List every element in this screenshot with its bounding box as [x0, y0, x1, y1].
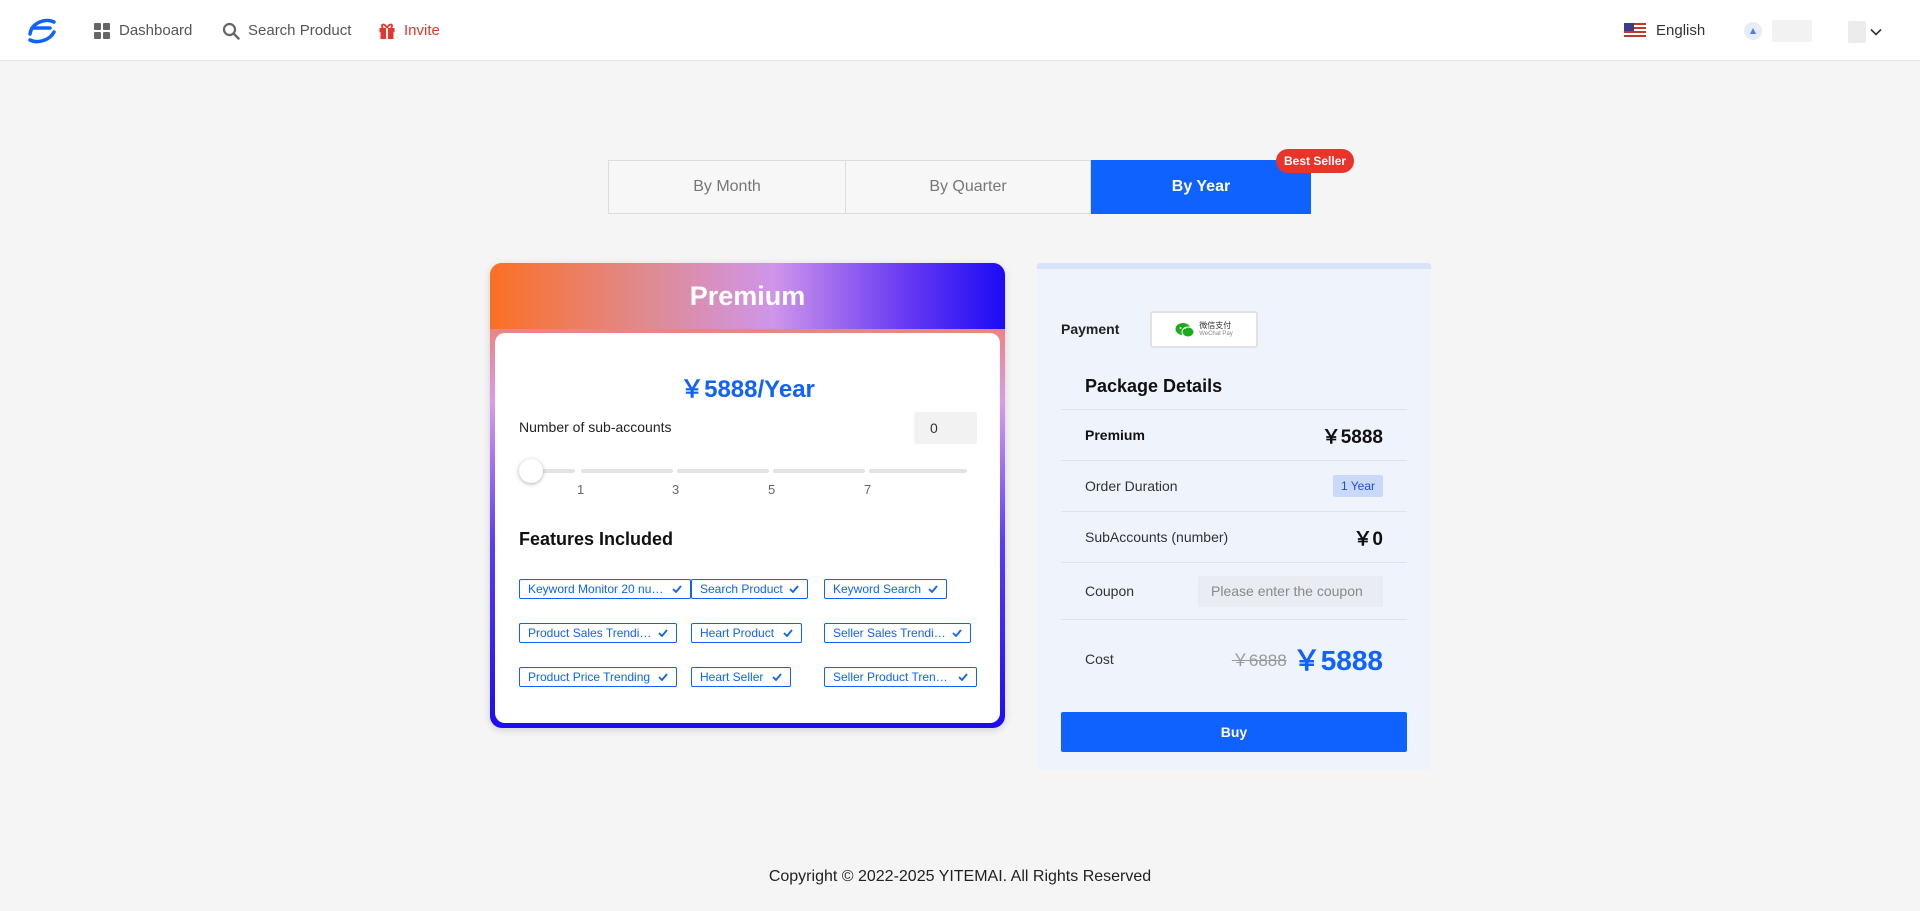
user-menu[interactable] [1744, 19, 1812, 43]
check-icon [958, 673, 968, 681]
search-icon [222, 22, 240, 40]
feature-label: Product Price Trending [528, 670, 651, 684]
feature-tag: Heart Seller [691, 667, 791, 687]
wechat-icon [1175, 322, 1195, 337]
cost-final: ￥5888 [1292, 644, 1383, 676]
sub-accounts-label: Number of sub-accounts [519, 419, 672, 435]
top-header: Dashboard Search Product Invite English [0, 0, 1920, 61]
billing-period-tabs: By Month By Quarter By Year [608, 160, 1311, 214]
plan-body: ￥5888/Year Number of sub-accounts 1 3 5 … [495, 333, 1000, 723]
gift-icon [379, 23, 395, 39]
wechat-pay-button[interactable]: 微信支付 WeChat Pay [1150, 311, 1258, 348]
feature-label: Product Sales Trending [528, 626, 652, 640]
slider-segment [581, 469, 673, 473]
account-redacted [1848, 21, 1866, 43]
feature-tag: Keyword Monitor 20 numbers [519, 579, 691, 599]
duration-badge: 1 Year [1332, 475, 1383, 497]
subaccounts-value: ￥0 [1353, 528, 1383, 550]
chevron-down-icon [1870, 28, 1882, 36]
check-icon [658, 673, 668, 681]
feature-label: Search Product [700, 582, 783, 596]
nav-invite[interactable]: Invite [378, 0, 440, 61]
feature-label: Keyword Monitor 20 numbers [528, 582, 666, 596]
footer-copyright: Copyright © 2022-2025 YITEMAI. All Right… [768, 868, 1152, 885]
language-selector[interactable]: English [1624, 0, 1705, 61]
sub-accounts-slider[interactable] [519, 459, 967, 483]
feature-tag: Keyword Search [824, 579, 947, 599]
nav-dashboard-label: Dashboard [119, 22, 193, 39]
feature-tag: Product Sales Trending [519, 623, 677, 643]
package-row-cost: Cost ￥6888 ￥5888 [1061, 620, 1407, 697]
package-row-coupon: Coupon [1061, 563, 1407, 620]
coupon-input[interactable] [1198, 575, 1383, 607]
cost-original: ￥6888 [1231, 651, 1287, 670]
wechat-pay-text: 微信支付 WeChat Pay [1195, 320, 1233, 338]
logo-icon[interactable] [26, 14, 58, 46]
slider-tick: 7 [864, 482, 872, 497]
subaccounts-label: SubAccounts (number) [1085, 529, 1229, 545]
check-icon [789, 585, 799, 593]
cost-label: Cost [1085, 650, 1114, 667]
sub-accounts-input[interactable] [914, 412, 977, 444]
grid-icon [94, 22, 110, 39]
slider-segment [773, 469, 865, 473]
slider-handle[interactable] [519, 459, 543, 483]
duration-label: Order Duration [1085, 478, 1178, 494]
us-flag-icon [1624, 23, 1646, 38]
feature-tag: Seller Sales Trending [824, 623, 971, 643]
nav-dashboard[interactable]: Dashboard [93, 0, 192, 61]
best-seller-badge: Best Seller [1276, 149, 1355, 173]
package-row-plan: Premium ￥5888 [1061, 410, 1407, 461]
package-plan-label: Premium [1085, 427, 1145, 443]
tab-by-month[interactable]: By Month [609, 161, 846, 213]
check-icon [783, 629, 793, 637]
feature-tag: Heart Product [691, 623, 802, 643]
wechat-pay-en: WeChat Pay [1199, 330, 1233, 337]
package-plan-price: ￥5888 [1321, 426, 1383, 448]
tab-by-quarter[interactable]: By Quarter [846, 161, 1091, 213]
slider-tick: 5 [768, 482, 776, 497]
check-icon [952, 629, 962, 637]
username-redacted [1772, 20, 1812, 42]
check-icon [658, 629, 668, 637]
language-label: English [1656, 22, 1706, 39]
package-title: Package Details [1061, 364, 1407, 410]
coupon-label: Coupon [1085, 583, 1135, 599]
check-icon [672, 585, 682, 593]
slider-segment [869, 469, 967, 473]
order-panel: Payment 微信支付 WeChat Pay Package Details … [1037, 263, 1431, 770]
slider-tick: 1 [577, 482, 585, 497]
avatar [1744, 22, 1762, 40]
feature-tag: Search Product [691, 579, 808, 599]
premium-plan-card: Premium ￥5888/Year Number of sub-account… [490, 263, 1005, 728]
nav-search-product[interactable]: Search Product [222, 0, 351, 61]
slider-segment [677, 469, 769, 473]
features-title: Features Included [519, 529, 674, 549]
feature-label: Seller Sales Trending [833, 626, 946, 640]
nav-search-label: Search Product [248, 22, 352, 39]
plan-name: Premium [689, 280, 806, 311]
feature-label: Heart Seller [700, 670, 764, 684]
feature-label: Heart Product [700, 626, 775, 640]
payment-label: Payment [1061, 321, 1120, 337]
package-details: Package Details Premium ￥5888 Order Dura… [1061, 364, 1407, 697]
slider-tick: 3 [672, 482, 680, 497]
user-icon [1750, 28, 1756, 34]
check-icon [928, 585, 938, 593]
package-row-duration: Order Duration 1 Year [1061, 461, 1407, 512]
feature-label: Keyword Search [833, 582, 922, 596]
check-icon [772, 673, 782, 681]
buy-button[interactable]: Buy [1061, 712, 1407, 752]
package-row-subaccounts: SubAccounts (number) ￥0 [1061, 512, 1407, 563]
feature-tag: Seller Product Trending [824, 667, 977, 687]
feature-label: Seller Product Trending [833, 670, 952, 684]
nav-invite-label: Invite [404, 22, 440, 39]
plan-header: Premium [490, 263, 1005, 329]
feature-tag: Product Price Trending [519, 667, 677, 687]
wechat-pay-cn: 微信支付 [1199, 320, 1232, 330]
account-dropdown[interactable] [1848, 21, 1882, 43]
plan-price: ￥5888/Year [680, 376, 815, 403]
